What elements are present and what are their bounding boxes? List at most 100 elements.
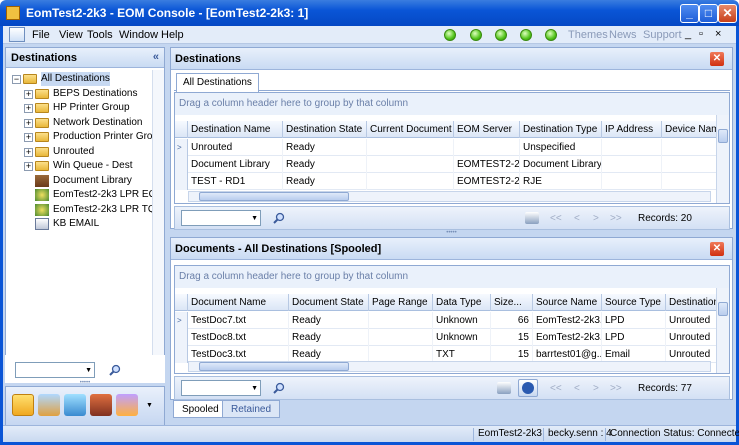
print-icon[interactable] [497,382,511,394]
row-indicator[interactable] [175,346,188,363]
themes-link[interactable]: Themes [568,29,608,41]
tab-retained[interactable]: Retained [222,400,281,418]
column-header[interactable]: Page Range [369,294,433,311]
tree-item[interactable]: Document Library [10,174,150,188]
hscroll-thumb[interactable] [199,362,349,371]
tree-item[interactable]: + Network Destination [10,116,150,130]
status-led-icon [444,29,456,41]
column-header[interactable]: Document State [289,294,369,311]
tree-item[interactable]: − All Destinations [10,72,150,86]
menu-file[interactable]: File [32,29,50,41]
expand-toggle-icon[interactable]: + [24,162,33,171]
expand-toggle-icon[interactable]: + [24,104,33,113]
query-button[interactable] [518,379,538,397]
news-link[interactable]: News [609,29,637,41]
column-header[interactable]: Destination Name [188,121,283,138]
column-header[interactable]: Size... [491,294,533,311]
last-page-button[interactable]: >> [610,383,622,394]
console-icon[interactable] [9,27,25,42]
tree-item[interactable]: KB EMAIL [10,217,150,231]
row-indicator[interactable] [175,173,188,190]
column-header[interactable]: Source Type [602,294,666,311]
minimize-button[interactable]: _ [680,4,699,23]
maximize-button[interactable]: □ [699,4,718,23]
table-row[interactable]: Document LibraryReadyEOMTEST2-2K3Documen… [175,156,729,173]
table-row[interactable]: > TestDoc7.txt Ready Unknown 66 EomTest2-2k3.… [175,312,729,329]
group-by-area[interactable]: Drag a column header here to group by th… [175,93,729,115]
documents-filter-combo[interactable]: ▼ [181,380,261,396]
next-page-button[interactable]: > [593,383,599,394]
table-cell: 66 [491,312,533,329]
grid-vscroll[interactable] [716,288,729,373]
tree-vscroll[interactable] [152,70,164,358]
tree-item[interactable]: + Win Queue - Dest [10,159,150,173]
close-documents-panel-button[interactable]: ✕ [710,242,724,256]
column-header[interactable]: Source Name [533,294,602,311]
column-header[interactable]: Current Document [367,121,454,138]
column-header[interactable]: EOM Server [454,121,520,138]
table-row[interactable]: TestDoc8.txt Ready Unknown 15 EomTest2-2k3..… [175,329,729,346]
row-indicator[interactable]: > [175,312,188,329]
grid-hscroll[interactable] [188,361,711,372]
tab-all-destinations[interactable]: All Destinations [176,73,259,92]
table-row[interactable]: TEST - RD1Ready EOMTEST2-2K3RJE [175,173,729,190]
expand-toggle-icon[interactable]: + [24,89,33,99]
menu-help[interactable]: Help [161,29,184,41]
menu-tools[interactable]: Tools [87,29,113,41]
documents-view-icon[interactable] [38,394,60,416]
tree-item[interactable]: + Production Printer Group [10,130,164,144]
search-icon[interactable] [273,212,285,224]
grid-vscroll[interactable] [716,115,729,203]
sidebar-filter-combo[interactable]: ▼ [15,362,95,378]
menu-window[interactable]: Window [119,29,158,41]
menu-view[interactable]: View [59,29,83,41]
tree-item[interactable]: EomTest2-2k3 LPR TQ2 [10,203,161,217]
mdi-restore-button[interactable]: ▫ [699,28,703,40]
tree-item[interactable]: + Unrouted [10,145,150,159]
destinations-filter-combo[interactable]: ▼ [181,210,261,226]
support-link[interactable]: Support [643,29,682,41]
first-page-button[interactable]: << [550,213,562,224]
hscroll-thumb[interactable] [199,192,349,201]
vscroll-thumb[interactable] [718,129,728,143]
last-page-button[interactable]: >> [610,213,622,224]
mdi-close-button[interactable]: × [715,28,721,40]
expand-toggle-icon[interactable]: + [24,133,33,142]
next-page-button[interactable]: > [593,213,599,224]
expand-toggle-icon[interactable]: + [24,147,33,157]
vscroll-thumb[interactable] [718,302,728,316]
grid-hscroll[interactable] [188,191,711,202]
prev-page-button[interactable]: < [574,213,580,224]
expand-toggle-icon[interactable]: − [12,75,21,84]
tree-item[interactable]: + HP Printer Group [10,101,150,115]
collapse-sidebar-button[interactable]: « [153,51,159,63]
search-icon[interactable] [273,382,285,394]
expand-toggle-icon[interactable]: + [24,118,33,128]
close-window-button[interactable]: ✕ [718,4,737,23]
tree-item[interactable]: + BEPS Destinations [10,87,150,101]
mdi-minimize-button[interactable]: _ [685,28,691,40]
group-by-area[interactable]: Drag a column header here to group by th… [175,266,729,288]
tab-spooled[interactable]: Spooled [173,400,228,418]
column-header[interactable]: Destination Type [520,121,602,138]
printers-view-icon[interactable] [90,394,112,416]
row-indicator[interactable] [175,156,188,173]
column-header[interactable]: IP Address [602,121,662,138]
toolbar-overflow-icon[interactable]: ▼ [146,402,153,409]
table-row[interactable]: > Unrouted Ready Unspecified [175,139,729,156]
folder-icon [35,117,49,128]
tree-item[interactable]: EomTest2-2k3 LPR EQ1 [10,188,162,202]
prev-page-button[interactable]: < [574,383,580,394]
reports-view-icon[interactable] [116,394,138,416]
column-header[interactable]: Data Type [433,294,491,311]
servers-view-icon[interactable] [64,394,86,416]
destinations-view-icon[interactable] [12,394,34,416]
row-indicator[interactable] [175,329,188,346]
close-destinations-panel-button[interactable]: ✕ [710,52,724,66]
row-indicator[interactable]: > [175,139,188,156]
column-header[interactable]: Destination State [283,121,367,138]
search-icon[interactable] [109,364,121,376]
print-icon[interactable] [525,212,539,224]
first-page-button[interactable]: << [550,383,562,394]
column-header[interactable]: Document Name [188,294,289,311]
